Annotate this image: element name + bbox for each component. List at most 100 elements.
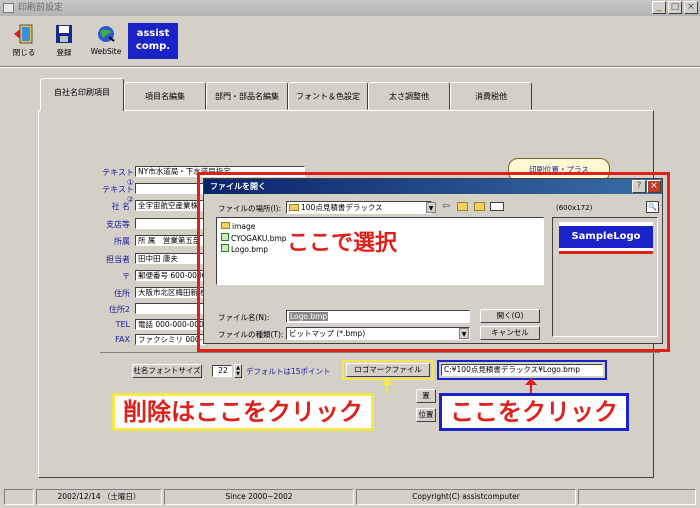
status-since: Since 2000~2002 [164, 489, 354, 505]
globe-icon [98, 26, 115, 42]
minimize-button[interactable]: _ [652, 1, 666, 14]
tab-thickness[interactable]: 太さ調整他 [368, 82, 450, 110]
click-here-callout: ここをクリック [439, 393, 629, 431]
bitmap-file-icon [221, 244, 229, 252]
filename-value: Logo.bmp [289, 312, 329, 321]
website-button[interactable]: WebSite [86, 22, 126, 62]
filename-label: ファイル名(N): [218, 313, 270, 322]
select-here-callout: ここで選択 [287, 231, 398, 256]
assist-logo-button[interactable]: assist comp. [128, 23, 178, 59]
address2-field[interactable] [135, 303, 205, 314]
delete-callout: 削除はここをクリック [112, 393, 374, 431]
file-name: image [232, 222, 256, 231]
form-label: TEL [115, 320, 130, 329]
dialog-close-button[interactable]: × [647, 180, 661, 193]
location-select[interactable]: 100点見積書デラックス [286, 201, 432, 214]
app-icon [3, 3, 14, 13]
open-button[interactable]: 開く(O) [480, 309, 540, 323]
arrow-yellow-head [381, 378, 393, 385]
dialog-title: ファイルを開く [204, 179, 662, 194]
tab-department-names[interactable]: 部門・部品名編集 [206, 82, 288, 110]
department-field[interactable]: 所 属 営業第五部 [135, 235, 205, 246]
list-item[interactable]: Logo.bmp [221, 244, 268, 254]
title-bar: 印刷前設定 [0, 0, 700, 16]
back-icon[interactable]: ⇦ [442, 201, 450, 212]
up-folder-icon[interactable] [457, 202, 468, 211]
new-folder-icon[interactable] [474, 202, 485, 211]
tab-company-print[interactable]: 自社名印刷項目 [40, 78, 124, 111]
tel-field[interactable]: 電話 000-000-0000 [135, 319, 205, 330]
list-item[interactable]: image [221, 222, 255, 231]
arrow-up-head [525, 378, 537, 385]
window-title: 印刷前設定 [18, 3, 64, 13]
file-list: image CYOGAKU.bmp Logo.bmp ここで選択 [216, 217, 544, 285]
filetype-dropdown-arrow[interactable]: ▼ [459, 328, 469, 339]
status-cell-empty [4, 489, 34, 505]
preview-image: SampleLogo [559, 222, 653, 254]
font-size-hint: デフォルトは15ポイント [246, 367, 331, 376]
view-menu-icon[interactable] [490, 202, 504, 211]
form-label: 住所 [114, 289, 130, 298]
preview-icon[interactable]: 🔍 [646, 201, 659, 213]
close-window-button[interactable]: × [684, 1, 698, 14]
bitmap-file-icon [221, 233, 229, 241]
form-label: FAX [115, 335, 130, 344]
brand-line-2: comp. [135, 41, 171, 52]
form-label: 社 名 [111, 202, 130, 211]
form-label: 住所2 [108, 305, 130, 314]
register-button[interactable]: 登録 [46, 22, 82, 62]
filetype-select[interactable]: ビットマップ (*.bmp) [286, 327, 470, 340]
list-item[interactable]: CYOGAKU.bmp [221, 233, 287, 243]
status-cell-end [578, 489, 696, 505]
help-button[interactable]: ? [632, 180, 646, 193]
tab-label: 太さ調整他 [389, 92, 429, 101]
form-label: 担当者 [106, 255, 130, 264]
contact-person-field[interactable]: 田中田 康夫 [135, 253, 205, 264]
company-font-size-button[interactable]: 社名フォントサイズ [132, 364, 202, 378]
register-label: 登録 [56, 48, 72, 57]
location-label: ファイルの場所(I): [218, 204, 282, 213]
location-dropdown-arrow[interactable]: ▼ [426, 202, 436, 213]
brand-line-1: assist [136, 28, 170, 39]
postal-code-field[interactable]: 郵便番号 600-0000 [135, 270, 205, 281]
tab-label: フォント＆色設定 [296, 92, 360, 101]
form-label: 所属 [114, 237, 130, 246]
tab-font-color[interactable]: フォント＆色設定 [288, 82, 368, 110]
branch-field[interactable] [135, 218, 205, 229]
fax-field[interactable]: ファクシミリ 000-000-0000 [135, 334, 205, 345]
file-open-dialog: ファイルを開く ? × ファイルの場所(I): 100点見積書デラックス ▼ ⇦… [203, 178, 663, 344]
form-label: 支店等 [106, 220, 130, 229]
tab-tax[interactable]: 消費税他 [450, 82, 532, 110]
save-disk-icon [56, 25, 72, 43]
font-size-field[interactable]: 22 [212, 365, 232, 377]
tab-item-names[interactable]: 項目名編集 [124, 82, 206, 110]
cancel-button[interactable]: キャンセル [480, 326, 540, 340]
folder-icon [221, 222, 230, 229]
tab-label: 部門・部品名編集 [215, 92, 279, 101]
file-name: CYOGAKU.bmp [231, 234, 287, 243]
company-name-field[interactable]: 全宇宙航空産業株 [135, 200, 205, 211]
address-field[interactable]: 大阪市北区梅田新地 [135, 287, 205, 298]
tab-label: 項目名編集 [145, 92, 185, 101]
file-name: Logo.bmp [231, 245, 269, 254]
close-label: 閉じる [12, 48, 36, 57]
exit-door-icon [14, 24, 33, 44]
side-button-2[interactable]: 位置 [416, 408, 436, 422]
font-size-spinner[interactable]: ▲ ▼ [234, 364, 242, 378]
close-button[interactable]: 閉じる [6, 22, 42, 62]
side-button-1[interactable]: 置 [416, 389, 436, 403]
tab-label: 自社名印刷項目 [54, 88, 110, 97]
form-label: 〒 [122, 272, 130, 281]
preview-pane: SampleLogo [552, 217, 658, 337]
maximize-button[interactable]: □ [668, 1, 682, 14]
status-date: 2002/12/14 （土曜日） [36, 489, 162, 505]
preview-logo-text: SampleLogo [559, 226, 653, 248]
location-value: 100点見積書デラックス [301, 203, 383, 212]
preview-size: (600x172) [556, 204, 593, 212]
filename-input[interactable]: Logo.bmp [286, 310, 470, 323]
website-label: WebSite [90, 47, 122, 56]
logo-path-field[interactable]: C:¥100点見積書デラックス¥Logo.bmp [441, 364, 603, 376]
logo-file-button[interactable]: ロゴマークファイル [346, 363, 430, 377]
status-copyright: Copyright(C) assistcomputer [356, 489, 576, 505]
filetype-label: ファイルの種類(T): [218, 330, 284, 339]
